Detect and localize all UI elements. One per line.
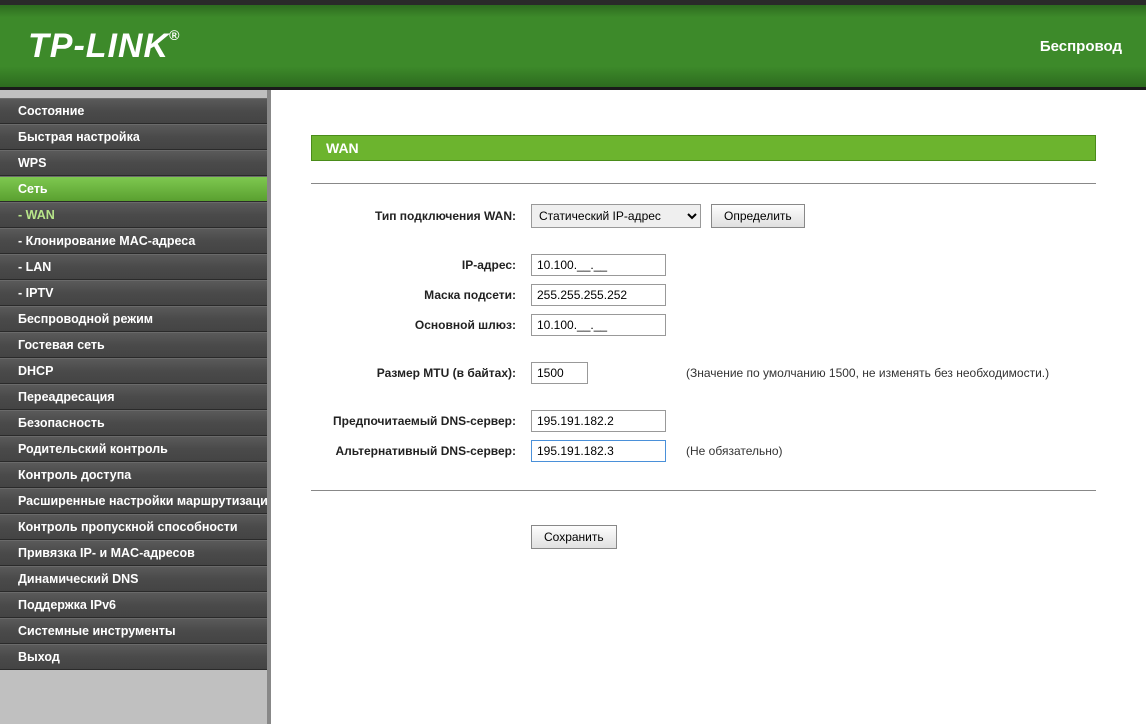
mtu-hint: (Значение по умолчанию 1500, не изменять… <box>676 358 1096 388</box>
sidebar-item-logout[interactable]: Выход <box>0 644 267 670</box>
sidebar-item-ipv6[interactable]: Поддержка IPv6 <box>0 592 267 618</box>
gateway-input[interactable] <box>531 314 666 336</box>
sidebar-item-parental[interactable]: Родительский контроль <box>0 436 267 462</box>
wan-type-select[interactable]: Статический IP-адрес <box>531 204 701 228</box>
sidebar-item-ip-mac[interactable]: Привязка IP- и MAC-адресов <box>0 540 267 566</box>
brand-logo: TP-LINK® <box>28 27 180 66</box>
ip-label: IP-адрес: <box>311 250 526 280</box>
sidebar-item-iptv[interactable]: - IPTV <box>0 280 267 306</box>
gateway-label: Основной шлюз: <box>311 310 526 340</box>
sidebar-item-mac-clone[interactable]: - Клонирование MAC-адреса <box>0 228 267 254</box>
sidebar-item-lan[interactable]: - LAN <box>0 254 267 280</box>
divider <box>311 183 1096 184</box>
sidebar-item-wireless[interactable]: Беспроводной режим <box>0 306 267 332</box>
dns2-input[interactable] <box>531 440 666 462</box>
mtu-label: Размер MTU (в байтах): <box>311 358 526 388</box>
sidebar-item-bandwidth[interactable]: Контроль пропускной способности <box>0 514 267 540</box>
sidebar-item-guest[interactable]: Гостевая сеть <box>0 332 267 358</box>
save-button[interactable]: Сохранить <box>531 525 617 549</box>
content-pane: WAN Тип подключения WAN: Статический IP-… <box>271 90 1146 724</box>
sidebar-item-wan[interactable]: - WAN <box>0 202 267 228</box>
mask-label: Маска подсети: <box>311 280 526 310</box>
detect-button[interactable]: Определить <box>711 204 805 228</box>
dns1-input[interactable] <box>531 410 666 432</box>
sidebar-item-forwarding[interactable]: Переадресация <box>0 384 267 410</box>
mtu-input[interactable] <box>531 362 588 384</box>
wan-form: Тип подключения WAN: Статический IP-адре… <box>311 200 1096 466</box>
wan-type-label: Тип подключения WAN: <box>311 200 526 232</box>
header-model-text: Беспровод <box>1040 38 1122 55</box>
sidebar-item-status[interactable]: Состояние <box>0 98 267 124</box>
divider <box>311 490 1096 491</box>
ip-input[interactable] <box>531 254 666 276</box>
dns2-hint: (Не обязательно) <box>676 436 1096 466</box>
sidebar-item-security[interactable]: Безопасность <box>0 410 267 436</box>
registered-icon: ® <box>169 27 180 43</box>
header: TP-LINK® Беспровод <box>0 0 1146 90</box>
sidebar: Состояние Быстрая настройка WPS Сеть - W… <box>0 90 271 724</box>
sidebar-item-access[interactable]: Контроль доступа <box>0 462 267 488</box>
dns2-label: Альтернативный DNS-сервер: <box>311 436 526 466</box>
logo-text: TP-LINK <box>28 27 169 65</box>
sidebar-item-dhcp[interactable]: DHCP <box>0 358 267 384</box>
sidebar-item-ddns[interactable]: Динамический DNS <box>0 566 267 592</box>
sidebar-item-system-tools[interactable]: Системные инструменты <box>0 618 267 644</box>
page-title: WAN <box>311 135 1096 161</box>
sidebar-item-wps[interactable]: WPS <box>0 150 267 176</box>
sidebar-item-network[interactable]: Сеть <box>0 176 267 202</box>
dns1-label: Предпочитаемый DNS-сервер: <box>311 406 526 436</box>
sidebar-item-routing[interactable]: Расширенные настройки маршрутизации <box>0 488 267 514</box>
mask-input[interactable] <box>531 284 666 306</box>
sidebar-item-quick-setup[interactable]: Быстрая настройка <box>0 124 267 150</box>
